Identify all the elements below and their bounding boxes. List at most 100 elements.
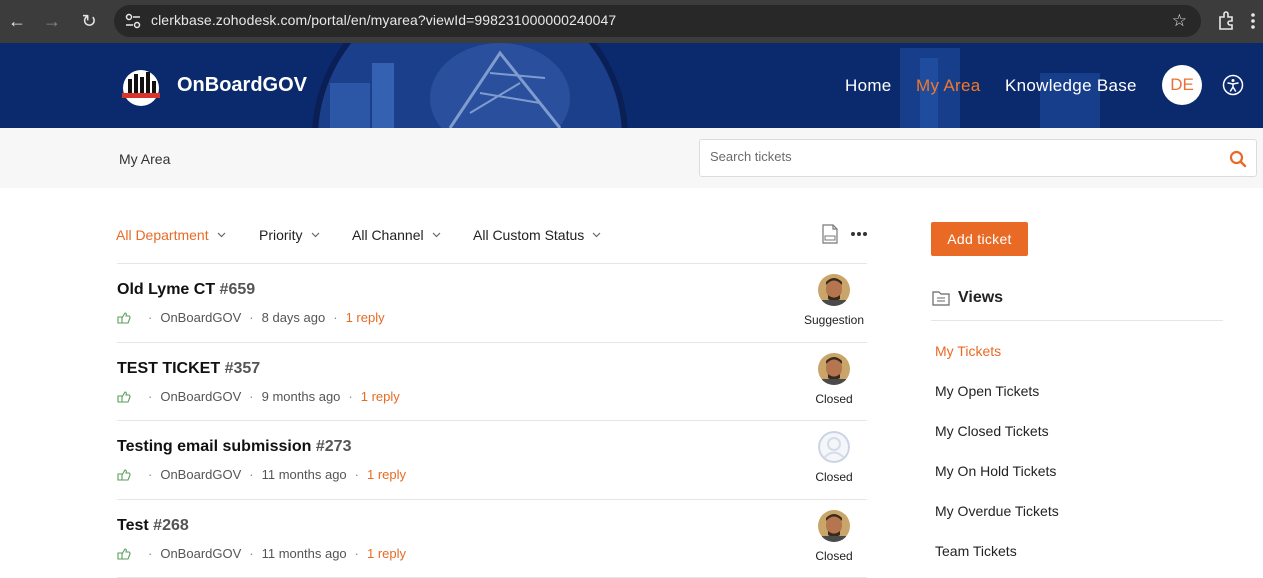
back-icon[interactable]: ← (4, 8, 30, 34)
ticket-department: OnBoardGOV (160, 467, 242, 482)
browser-toolbar: ← → ↻ clerkbase.zohodesk.com/portal/en/m… (0, 0, 1263, 43)
nav-my-area[interactable]: My Area (916, 76, 980, 96)
views-heading: Views (958, 289, 1004, 306)
ticket-title[interactable]: Old Lyme CT (117, 281, 215, 298)
ticket-meta: · OnBoardGOV · 8 days ago · 1 reply (117, 310, 385, 325)
separator-dot: · (348, 389, 353, 404)
filter-priority-label: Priority (259, 227, 303, 243)
separator-dot: · (249, 467, 254, 482)
ticket-time: 9 months ago (261, 389, 341, 404)
url-text[interactable]: clerkbase.zohodesk.com/portal/en/myarea?… (151, 12, 616, 28)
ticket-reply-count[interactable]: 1 reply (361, 389, 400, 404)
more-options-icon[interactable] (850, 231, 868, 237)
ticket-number: #357 (224, 360, 261, 377)
separator-dot: · (354, 467, 360, 482)
ticket-title[interactable]: TEST TICKET (117, 360, 220, 377)
ticket-title[interactable]: Test (117, 517, 149, 534)
chevron-down-icon (217, 232, 226, 238)
ticket-time: 11 months ago (261, 467, 347, 482)
divider (931, 320, 1223, 321)
onboardgov-logo[interactable] (118, 68, 164, 106)
filter-department-label: All Department (116, 227, 209, 243)
ticket-row[interactable]: Testing email submission #273 · OnBoardG… (117, 421, 867, 499)
ticket-status: Closed (815, 392, 853, 406)
filter-channel[interactable]: All Channel (352, 227, 441, 243)
browser-menu-icon[interactable] (1247, 9, 1259, 33)
separator-dot: · (249, 310, 254, 325)
ticket-title-line[interactable]: TEST TICKET #357 (117, 360, 260, 378)
filter-department[interactable]: All Department (116, 227, 226, 243)
export-csv-icon[interactable] (822, 224, 838, 244)
address-bar[interactable]: clerkbase.zohodesk.com/portal/en/myarea?… (114, 5, 1201, 37)
add-ticket-button[interactable]: Add ticket (931, 222, 1028, 256)
view-my-overdue-tickets[interactable]: My Overdue Tickets (935, 503, 1059, 519)
ticket-title[interactable]: Testing email submission (117, 438, 311, 455)
filter-custom-status[interactable]: All Custom Status (473, 227, 601, 243)
filter-channel-label: All Channel (352, 227, 424, 243)
view-my-tickets[interactable]: My Tickets (935, 343, 1001, 359)
separator-dot: · (354, 546, 360, 561)
ticket-number: #273 (315, 438, 352, 455)
ticket-department: OnBoardGOV (160, 310, 242, 325)
ticket-title-line[interactable]: Test #268 (117, 517, 189, 535)
ticket-row[interactable]: TEST TICKET #357 · OnBoardGOV · 9 months… (117, 343, 867, 421)
accessibility-icon[interactable] (1222, 74, 1244, 96)
ticket-status: Suggestion (803, 313, 865, 327)
ticket-meta: · OnBoardGOV · 11 months ago · 1 reply (117, 467, 406, 482)
ticket-time: 8 days ago (261, 310, 326, 325)
extensions-icon[interactable] (1215, 9, 1239, 33)
subheader-bar: My Area (0, 128, 1263, 188)
views-icon (932, 291, 950, 306)
separator-dot: · (148, 389, 153, 404)
nav-knowledge-base[interactable]: Knowledge Base (1005, 76, 1137, 96)
nav-home[interactable]: Home (845, 76, 892, 96)
separator-dot: · (148, 467, 153, 482)
ticket-reply-count[interactable]: 1 reply (346, 310, 385, 325)
web-channel-icon (117, 468, 131, 481)
site-settings-icon[interactable] (124, 12, 142, 30)
view-my-closed-tickets[interactable]: My Closed Tickets (935, 423, 1049, 439)
filter-priority[interactable]: Priority (259, 227, 320, 243)
reload-icon[interactable]: ↻ (76, 8, 102, 34)
separator-dot: · (148, 546, 153, 561)
ticket-reply-count[interactable]: 1 reply (367, 546, 406, 561)
web-channel-icon (117, 311, 131, 324)
ticket-department: OnBoardGOV (160, 546, 242, 561)
ticket-meta: · OnBoardGOV · 11 months ago · 1 reply (117, 546, 406, 561)
ticket-title-line[interactable]: Old Lyme CT #659 (117, 281, 255, 299)
web-channel-icon (117, 390, 131, 403)
ticket-time: 11 months ago (261, 546, 347, 561)
ticket-meta: · OnBoardGOV · 9 months ago · 1 reply (117, 389, 400, 404)
view-my-open-tickets[interactable]: My Open Tickets (935, 383, 1039, 399)
filter-custom-status-label: All Custom Status (473, 227, 585, 243)
separator-dot: · (249, 546, 254, 561)
ticket-row[interactable]: Old Lyme CT #659 · OnBoardGOV · 8 days a… (117, 264, 867, 342)
agent-avatar (818, 510, 850, 542)
ticket-number: #659 (219, 281, 256, 298)
separator-dot: · (333, 310, 338, 325)
agent-avatar (818, 353, 850, 385)
ticket-department: OnBoardGOV (160, 389, 242, 404)
ticket-reply-count[interactable]: 1 reply (367, 467, 406, 482)
ticket-status: Closed (815, 470, 853, 484)
search-box[interactable] (699, 139, 1257, 177)
separator-dot: · (148, 310, 153, 325)
ticket-row[interactable]: Test #268 · OnBoardGOV · 11 months ago ·… (117, 500, 867, 578)
view-my-on-hold-tickets[interactable]: My On Hold Tickets (935, 463, 1056, 479)
chevron-down-icon (432, 232, 441, 238)
search-input[interactable] (710, 149, 1210, 164)
separator-dot: · (249, 389, 254, 404)
chevron-down-icon (311, 232, 319, 238)
ticket-status: Closed (815, 549, 853, 563)
chevron-down-icon (592, 232, 601, 238)
brand-name[interactable]: OnBoardGOV (177, 74, 307, 97)
forward-icon[interactable]: → (39, 8, 65, 34)
bookmark-star-icon[interactable]: ☆ (1172, 11, 1187, 31)
breadcrumb: My Area (119, 151, 171, 167)
default-avatar-icon (818, 431, 850, 463)
user-avatar[interactable]: DE (1162, 65, 1202, 105)
search-icon[interactable] (1229, 150, 1247, 168)
ticket-title-line[interactable]: Testing email submission #273 (117, 438, 351, 456)
view-team-tickets[interactable]: Team Tickets (935, 543, 1017, 559)
web-channel-icon (117, 547, 131, 560)
